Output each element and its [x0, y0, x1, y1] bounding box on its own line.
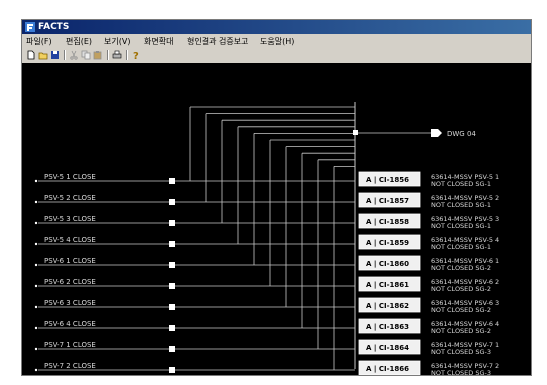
input-signal-label: PSV-5 1 CLOSE	[44, 173, 96, 181]
junction-node	[169, 367, 175, 373]
alarm-tag-label: A | CI-1861	[366, 281, 409, 290]
logic-diagram: DWG 04PSV-5 1 CLOSE A | CI-1856 63614-MSSV…	[34, 102, 499, 375]
menu-help[interactable]: 도움말(H)	[260, 35, 294, 48]
input-terminal	[34, 368, 38, 372]
junction-node	[169, 346, 175, 352]
input-signal-label: PSV-6 4 CLOSE	[44, 320, 96, 328]
logic-diagram-canvas[interactable]: DWG 04 PSV-5 1 CLOSE A | CI-1856 63614-MSSV…	[22, 63, 531, 375]
input-signal-label: PSV-6 2 CLOSE	[44, 278, 96, 286]
input-signal-label: PSV-6 1 CLOSE	[44, 257, 96, 265]
toolbar-separator	[126, 50, 128, 60]
alarm-status-text: NOT CLOSED SG-3	[431, 369, 491, 375]
save-icon[interactable]	[50, 50, 60, 60]
input-terminal	[34, 326, 38, 330]
alarm-tag-label: A | CI-1866	[366, 365, 409, 374]
junction-node	[169, 241, 175, 247]
input-terminal	[34, 347, 38, 351]
alarm-tag-label: A | CI-1862	[366, 302, 409, 311]
junction-node	[169, 220, 175, 226]
copy-icon[interactable]	[81, 50, 91, 60]
svg-text:?: ?	[133, 51, 139, 60]
alarm-tag-label: A | CI-1864	[366, 344, 409, 353]
alarm-status-text: NOT CLOSED SG-2	[431, 285, 491, 293]
input-signal-label: PSV-6 3 CLOSE	[44, 299, 96, 307]
alarm-status-text: NOT CLOSED SG-2	[431, 327, 491, 335]
junction-node	[169, 178, 175, 184]
alarm-status-text: NOT CLOSED SG-2	[431, 264, 491, 272]
cut-icon[interactable]	[69, 50, 79, 60]
input-terminal	[34, 305, 38, 309]
print-icon[interactable]	[112, 50, 122, 60]
open-icon[interactable]	[38, 50, 48, 60]
alarm-tag-label: A | CI-1857	[366, 197, 409, 206]
input-terminal	[34, 284, 38, 288]
off-page-connector-icon	[431, 129, 442, 137]
input-terminal	[34, 200, 38, 204]
junction-node	[169, 199, 175, 205]
help-icon[interactable]: ?	[131, 50, 141, 60]
app-window: FACTS 파일(F) 편집(E) 보기(V) 화면확대 형인결과 검증보고 도…	[21, 19, 532, 376]
toolbar-separator	[64, 50, 66, 60]
input-terminal	[34, 263, 38, 267]
menu-edit[interactable]: 편집(E)	[66, 35, 92, 48]
alarm-tag-label: A | CI-1863	[366, 323, 409, 332]
menu-verify-report[interactable]: 형인결과 검증보고	[187, 35, 248, 48]
alarm-tag-label: A | CI-1856	[366, 176, 409, 185]
menu-zoom[interactable]: 화면확대	[144, 35, 173, 48]
input-signal-label: PSV-5 4 CLOSE	[44, 236, 96, 244]
output-connector-label: DWG 04	[447, 130, 476, 138]
input-signal-label: PSV-5 3 CLOSE	[44, 215, 96, 223]
junction-node	[169, 325, 175, 331]
menu-file[interactable]: 파일(F)	[26, 35, 52, 48]
paste-icon[interactable]	[93, 50, 103, 60]
input-signal-label: PSV-7 2 CLOSE	[44, 362, 96, 370]
title-bar: FACTS	[22, 20, 531, 34]
input-signal-label: PSV-7 1 CLOSE	[44, 341, 96, 349]
input-terminal	[34, 221, 38, 225]
junction-node	[169, 304, 175, 310]
menu-view[interactable]: 보기(V)	[104, 35, 130, 48]
window-title: FACTS	[38, 22, 70, 32]
alarm-tag-label: A | CI-1860	[366, 260, 409, 269]
junction-node	[169, 283, 175, 289]
alarm-status-text: NOT CLOSED SG-1	[431, 180, 491, 188]
junction-node	[169, 262, 175, 268]
new-icon[interactable]	[26, 50, 36, 60]
alarm-status-text: NOT CLOSED SG-1	[431, 201, 491, 209]
or-gate-node	[353, 130, 358, 135]
alarm-status-text: NOT CLOSED SG-3	[431, 348, 491, 356]
alarm-tag-label: A | CI-1859	[366, 239, 409, 248]
toolbar: ?	[22, 49, 531, 61]
alarm-status-text: NOT CLOSED SG-2	[431, 306, 491, 314]
alarm-status-text: NOT CLOSED SG-1	[431, 243, 491, 251]
menu-bar: 파일(F) 편집(E) 보기(V) 화면확대 형인결과 검증보고 도움말(H)	[22, 35, 531, 48]
alarm-status-text: NOT CLOSED SG-1	[431, 222, 491, 230]
input-terminal	[34, 242, 38, 246]
input-terminal	[34, 179, 38, 183]
input-signal-label: PSV-5 2 CLOSE	[44, 194, 96, 202]
toolbar-separator	[107, 50, 109, 60]
alarm-tag-label: A | CI-1858	[366, 218, 409, 227]
app-icon	[25, 22, 35, 32]
